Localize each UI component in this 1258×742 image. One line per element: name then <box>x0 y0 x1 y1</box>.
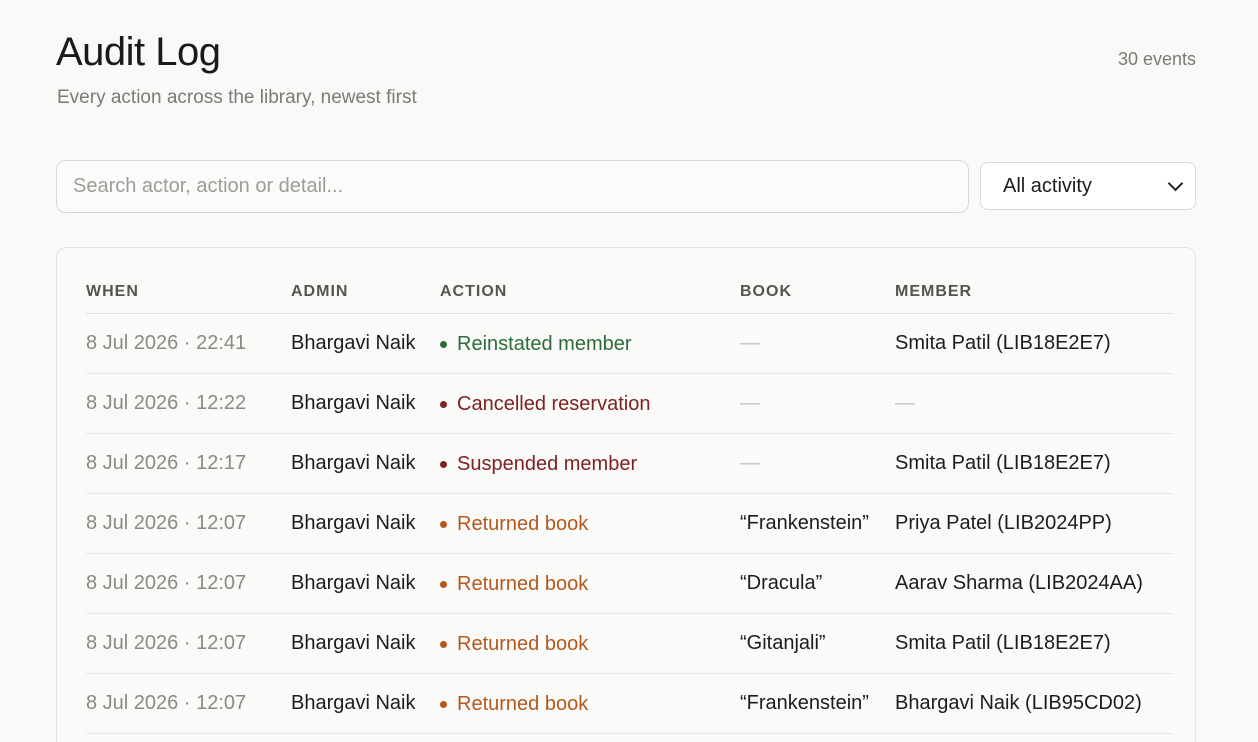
action-tag: Reinstated member <box>440 332 632 356</box>
cell-book: — <box>740 373 895 434</box>
cell-action: Returned book <box>440 493 740 554</box>
action-label: Reinstated member <box>457 332 632 355</box>
cell-action: Cancelled reservation <box>440 373 740 434</box>
table-row[interactable]: 8 Jul 2026 · 12:07 Bhargavi Naik Returned … <box>86 553 1173 614</box>
cell-when: 8 Jul 2026 · 12:07 <box>86 493 291 554</box>
status-dot-icon <box>440 341 447 349</box>
cell-member: Smita Patil (LIB18E2E7) <box>895 613 1173 674</box>
cell-when: 8 Jul 2026 · 12:22 <box>86 373 291 434</box>
cell-member: Smita Patil (LIB18E2E7) <box>895 433 1173 494</box>
cell-book: “Dracula” <box>740 553 895 614</box>
cell-book: “Gitanjali” <box>740 613 895 674</box>
activity-filter-value: All activity <box>1003 174 1092 197</box>
action-label: Suspended member <box>457 452 638 475</box>
status-dot-icon <box>440 641 447 649</box>
column-header-member: MEMBER <box>895 270 1173 314</box>
action-label: Returned book <box>457 692 589 715</box>
table-row[interactable]: 8 Jul 2026 · 12:07 Bhargavi Naik Returned … <box>86 493 1173 554</box>
cell-member: Bhargavi Naik (LIB95CD02) <box>895 673 1173 734</box>
status-dot-icon <box>440 401 447 409</box>
cell-book: “Frankenstein” <box>740 673 895 734</box>
action-label: Returned book <box>457 512 589 535</box>
table-row[interactable]: 8 Jul 2026 · 12:07 Bhargavi Naik Returned … <box>86 613 1173 674</box>
audit-table: WHEN ADMIN ACTION BOOK MEMBER 8 Jul 2026… <box>86 270 1173 734</box>
action-tag: Suspended member <box>440 452 637 476</box>
table-row[interactable]: 8 Jul 2026 · 12:17 Bhargavi Naik Suspended… <box>86 433 1173 494</box>
status-dot-icon <box>440 701 447 709</box>
action-label: Cancelled reservation <box>457 392 651 415</box>
column-header-action: ACTION <box>440 270 740 314</box>
cell-when: 8 Jul 2026 · 12:17 <box>86 433 291 494</box>
event-count: 30 events <box>1117 49 1196 69</box>
status-dot-icon <box>440 521 447 529</box>
activity-filter-select[interactable]: All activity <box>980 162 1196 210</box>
cell-book: “Frankenstein” <box>740 493 895 554</box>
column-header-admin: ADMIN <box>291 270 440 314</box>
page-title: Audit Log <box>56 30 221 74</box>
action-tag: Returned book <box>440 572 588 596</box>
cell-admin: Bhargavi Naik <box>291 433 440 494</box>
cell-when: 8 Jul 2026 · 22:41 <box>86 313 291 374</box>
action-tag: Returned book <box>440 632 588 656</box>
status-dot-icon <box>440 581 447 589</box>
cell-admin: Bhargavi Naik <box>291 373 440 434</box>
chevron-down-icon <box>1167 175 1184 192</box>
page-subtitle: Every action across the library, newest … <box>57 87 417 108</box>
cell-book: — <box>740 313 895 374</box>
cell-member: — <box>895 373 1173 434</box>
cell-admin: Bhargavi Naik <box>291 673 440 734</box>
cell-member: Priya Patel (LIB2024PP) <box>895 493 1173 554</box>
action-tag: Returned book <box>440 692 588 716</box>
cell-action: Reinstated member <box>440 313 740 374</box>
action-tag: Returned book <box>440 512 588 536</box>
audit-log-page: Audit Log Every action across the librar… <box>0 0 1258 742</box>
cell-action: Returned book <box>440 673 740 734</box>
audit-table-card: WHEN ADMIN ACTION BOOK MEMBER 8 Jul 2026… <box>56 247 1196 742</box>
table-row[interactable]: 8 Jul 2026 · 22:41 Bhargavi Naik Reinstate… <box>86 313 1173 374</box>
cell-when: 8 Jul 2026 · 12:07 <box>86 673 291 734</box>
cell-action: Suspended member <box>440 433 740 494</box>
column-header-book: BOOK <box>740 270 895 314</box>
cell-member: Aarav Sharma (LIB2024AA) <box>895 553 1173 614</box>
cell-admin: Bhargavi Naik <box>291 313 440 374</box>
cell-admin: Bhargavi Naik <box>291 493 440 554</box>
cell-when: 8 Jul 2026 · 12:07 <box>86 553 291 614</box>
table-header-row: WHEN ADMIN ACTION BOOK MEMBER <box>86 270 1173 314</box>
table-row[interactable]: 8 Jul 2026 · 12:07 Bhargavi Naik Returned … <box>86 673 1173 734</box>
table-row[interactable]: 8 Jul 2026 · 12:22 Bhargavi Naik Cancelled… <box>86 373 1173 434</box>
action-label: Returned book <box>457 632 589 655</box>
cell-book: — <box>740 433 895 494</box>
search-input[interactable] <box>56 160 969 213</box>
cell-when: 8 Jul 2026 · 12:07 <box>86 613 291 674</box>
cell-member: Smita Patil (LIB18E2E7) <box>895 313 1173 374</box>
column-header-when: WHEN <box>86 270 291 314</box>
cell-action: Returned book <box>440 553 740 614</box>
table-body: 8 Jul 2026 · 22:41 Bhargavi Naik Reinstate… <box>86 313 1173 734</box>
cell-admin: Bhargavi Naik <box>291 553 440 614</box>
action-label: Returned book <box>457 572 589 595</box>
action-tag: Cancelled reservation <box>440 392 650 416</box>
status-dot-icon <box>440 461 447 469</box>
cell-admin: Bhargavi Naik <box>291 613 440 674</box>
cell-action: Returned book <box>440 613 740 674</box>
